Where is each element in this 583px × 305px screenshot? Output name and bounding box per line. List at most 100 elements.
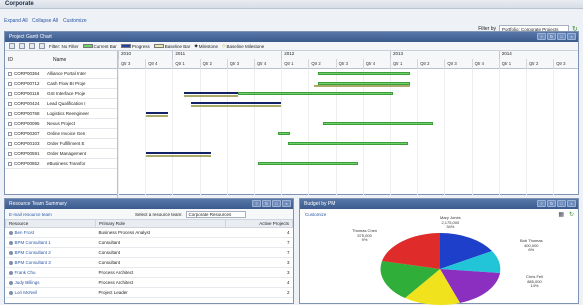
table-row[interactable]: Ben Frost Business Process Analyst 4 [5, 227, 293, 238]
expand-icon[interactable] [8, 161, 12, 166]
resource-cell[interactable]: Frank Chu [5, 267, 96, 278]
progress-bar[interactable] [146, 152, 211, 154]
grid-line [308, 69, 310, 209]
baseline-bar[interactable] [146, 155, 211, 157]
baseline-bar[interactable] [191, 105, 281, 107]
resource-name[interactable]: Judy Billings [15, 280, 40, 285]
table-row[interactable]: Lori McNeil Project Leader 2 [5, 287, 293, 298]
baseline-bar[interactable] [314, 85, 410, 87]
maximize-icon[interactable]: □ [557, 33, 566, 40]
progress-bar[interactable] [191, 102, 281, 104]
resource-cell[interactable]: BPM Consultant 3 [5, 257, 96, 268]
current-bar[interactable] [258, 162, 358, 165]
zoom-icon[interactable] [29, 43, 35, 49]
expand-icon[interactable] [8, 91, 12, 96]
help-icon[interactable]: ? [537, 33, 546, 40]
col-resource[interactable]: Resource [5, 219, 96, 228]
baseline-bar[interactable] [184, 95, 238, 97]
grid-icon[interactable] [9, 43, 15, 49]
current-bar[interactable] [278, 132, 290, 135]
refresh-panel-icon[interactable]: ↻ [262, 200, 271, 207]
expand-icon[interactable] [8, 121, 12, 126]
resource-name[interactable]: Ben Frost [15, 230, 35, 235]
year-label: 2012 [281, 51, 294, 59]
gantt-row[interactable]: CORP00712 Cash Flow BI Proje [5, 79, 117, 89]
expand-icon[interactable] [8, 111, 12, 116]
table-row[interactable]: BPM Consultant 1 Consultant 7 [5, 237, 293, 248]
resource-name[interactable]: BPM Consultant 2 [15, 250, 51, 255]
col-role[interactable]: Primary Role [95, 219, 226, 228]
grid-line [390, 69, 391, 209]
gantt-row[interactable]: CORP00118 GIS Interface Proje [5, 89, 117, 99]
team-select[interactable]: Corporate Resources [185, 211, 246, 218]
active-projects-cell: 3 [225, 267, 293, 278]
progress-swatch [120, 44, 131, 48]
expand-icon[interactable] [8, 141, 12, 146]
resource-subbar: E-mail resource team Select a resource t… [5, 209, 293, 219]
grid-line [526, 69, 527, 209]
gantt-row[interactable]: CORP00852 eBusiness Transfor [5, 159, 117, 169]
grid-line [118, 69, 119, 209]
legend-baseline-milestone: Baseline Milestone [226, 43, 265, 49]
refresh-panel-icon[interactable]: ↻ [547, 200, 556, 207]
quarter-label: Qtr 3 [226, 59, 254, 69]
expand-icon[interactable] [8, 101, 12, 106]
resource-cell[interactable]: Lori McNeil [5, 287, 96, 298]
close-icon[interactable]: × [282, 200, 291, 207]
gantt-row[interactable]: CORP00103 Order Fulfillment E [5, 139, 117, 149]
expand-icon[interactable] [8, 81, 12, 86]
gantt-row[interactable]: CORP00424 Lead Qualification I [5, 99, 117, 109]
gantt-row[interactable]: CORP00768 Logistics Reengineer [5, 109, 117, 119]
columns-icon[interactable] [39, 43, 45, 49]
gantt-timeline: 2010 2011 2012 2013 2014 Qtr 3 Qtr 4 Qtr 1 Qtr 2… [117, 51, 580, 209]
expand-icon[interactable] [8, 131, 12, 136]
table-row[interactable]: Frank Chu Process Architect 3 [5, 267, 293, 278]
expand-icon[interactable] [8, 71, 12, 76]
budget-customize-link[interactable]: Customize [305, 212, 326, 217]
help-icon[interactable]: ? [537, 200, 546, 207]
customize-link[interactable]: Customize [63, 18, 87, 24]
gantt-row[interactable]: CORP00591 Order Management [5, 149, 117, 159]
maximize-icon[interactable]: □ [557, 200, 566, 207]
current-bar[interactable] [238, 92, 393, 95]
maximize-icon[interactable]: □ [272, 200, 281, 207]
close-icon[interactable]: × [567, 33, 576, 40]
progress-bar[interactable] [184, 92, 238, 94]
gantt-body: ID Name CORP00364 Alliance Portal Inter CO… [5, 51, 578, 209]
resource-cell[interactable]: Judy Billings [5, 277, 96, 288]
baseline-bar[interactable] [146, 115, 168, 117]
resource-name[interactable]: BPM Consultant 3 [15, 260, 51, 265]
resource-name[interactable]: Frank Chu [15, 270, 36, 275]
close-icon[interactable]: × [567, 200, 576, 207]
current-bar[interactable] [288, 142, 408, 145]
current-bar[interactable] [318, 72, 410, 75]
expand-all-link[interactable]: Expand All [4, 18, 28, 24]
resource-name[interactable]: BPM Consultant 1 [15, 240, 51, 245]
collapse-all-link[interactable]: Collapse All [32, 18, 58, 24]
table-row[interactable]: Judy Billings Process Architect 4 [5, 277, 293, 288]
app-header: Corporate [0, 0, 583, 9]
gantt-row[interactable]: CORP00364 Alliance Portal Inter [5, 69, 117, 79]
grid-line [172, 69, 174, 209]
help-icon[interactable]: ? [252, 200, 261, 207]
resource-cell[interactable]: Ben Frost [5, 227, 96, 238]
progress-bar[interactable] [146, 112, 168, 114]
refresh-panel-icon[interactable]: ↻ [547, 33, 556, 40]
email-team-link[interactable]: E-mail resource team [9, 212, 52, 217]
legend-milestone: Milestone [198, 43, 219, 49]
gantt-row[interactable]: CORP00095 Nexus Project [5, 119, 117, 129]
current-bar[interactable] [323, 122, 433, 125]
budget-refresh-icon[interactable]: ↻ [569, 211, 574, 218]
resource-cell[interactable]: BPM Consultant 1 [5, 237, 96, 248]
resource-cell[interactable]: BPM Consultant 2 [5, 247, 96, 258]
pie-area: Mary Jones 2,175,000 34% Thomas Chen 575… [300, 215, 578, 305]
resource-name[interactable]: Lori McNeil [15, 290, 38, 295]
chart-type-icon[interactable]: ▦ [558, 211, 564, 218]
label-bob-thomas: Bob Thomas 400,000 6% [520, 238, 543, 253]
table-row[interactable]: BPM Consultant 2 Consultant 7 [5, 247, 293, 258]
expand-icon[interactable] [8, 151, 12, 156]
gantt-row[interactable]: CORP00307 Online Invoice Gen [5, 129, 117, 139]
filter-icon[interactable] [19, 43, 25, 49]
table-row[interactable]: BPM Consultant 3 Consultant 3 [5, 257, 293, 268]
col-active[interactable]: Active Projects [225, 219, 293, 228]
